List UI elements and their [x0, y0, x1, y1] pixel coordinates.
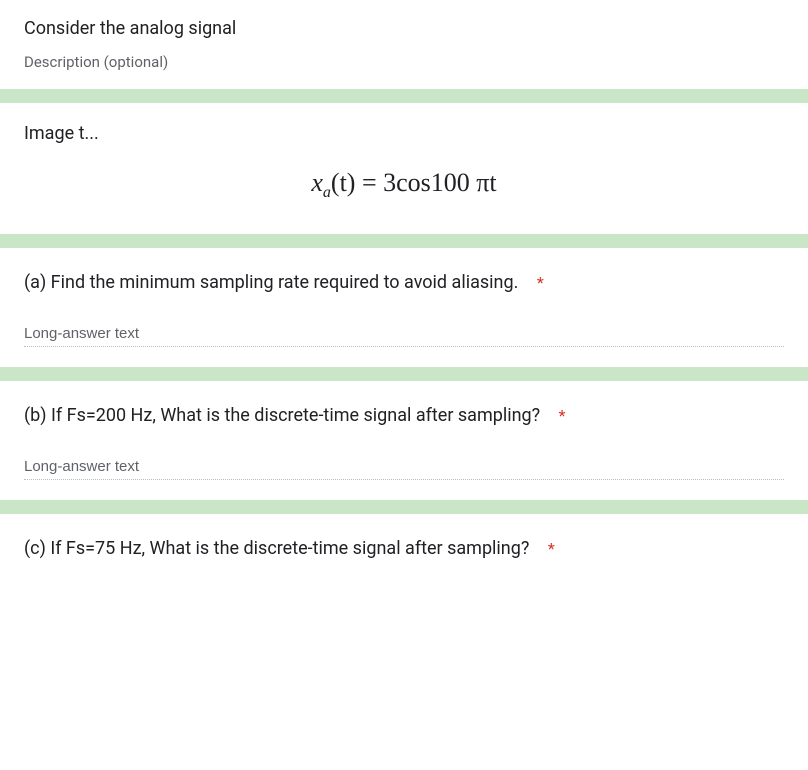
- required-indicator: *: [548, 539, 555, 558]
- form-title[interactable]: Consider the analog signal: [24, 18, 784, 39]
- question-b-answer-input[interactable]: [24, 454, 784, 480]
- question-a-text[interactable]: (a) Find the minimum sampling rate requi…: [24, 272, 784, 293]
- image-title-label[interactable]: Image t...: [0, 103, 808, 154]
- question-b-section: (b) If Fs=200 Hz, What is the discrete-t…: [0, 381, 808, 500]
- equation-display: xa(t) = 3cos100 πt: [311, 168, 496, 202]
- section-divider: [0, 500, 808, 514]
- question-c-text[interactable]: (c) If Fs=75 Hz, What is the discrete-ti…: [24, 538, 784, 559]
- question-b-text[interactable]: (b) If Fs=200 Hz, What is the discrete-t…: [24, 405, 784, 426]
- question-b-label: (b) If Fs=200 Hz, What is the discrete-t…: [24, 405, 540, 426]
- required-indicator: *: [559, 406, 566, 425]
- equation-subscript: a: [323, 184, 331, 201]
- question-a-label: (a) Find the minimum sampling rate requi…: [24, 272, 518, 293]
- question-c-section: (c) If Fs=75 Hz, What is the discrete-ti…: [0, 514, 808, 567]
- form-description-placeholder[interactable]: Description (optional): [24, 53, 784, 71]
- required-indicator: *: [537, 273, 544, 292]
- equation-container: xa(t) = 3cos100 πt: [0, 154, 808, 234]
- equation-body: (t) = 3cos100 πt: [331, 168, 497, 197]
- section-divider: [0, 89, 808, 103]
- image-section: Image t... xa(t) = 3cos100 πt: [0, 103, 808, 234]
- section-divider: [0, 367, 808, 381]
- question-c-label: (c) If Fs=75 Hz, What is the discrete-ti…: [24, 538, 529, 559]
- equation-var: x: [311, 168, 323, 197]
- header-section: Consider the analog signal Description (…: [0, 0, 808, 89]
- question-a-answer-input[interactable]: [24, 321, 784, 347]
- section-divider: [0, 234, 808, 248]
- question-a-section: (a) Find the minimum sampling rate requi…: [0, 248, 808, 367]
